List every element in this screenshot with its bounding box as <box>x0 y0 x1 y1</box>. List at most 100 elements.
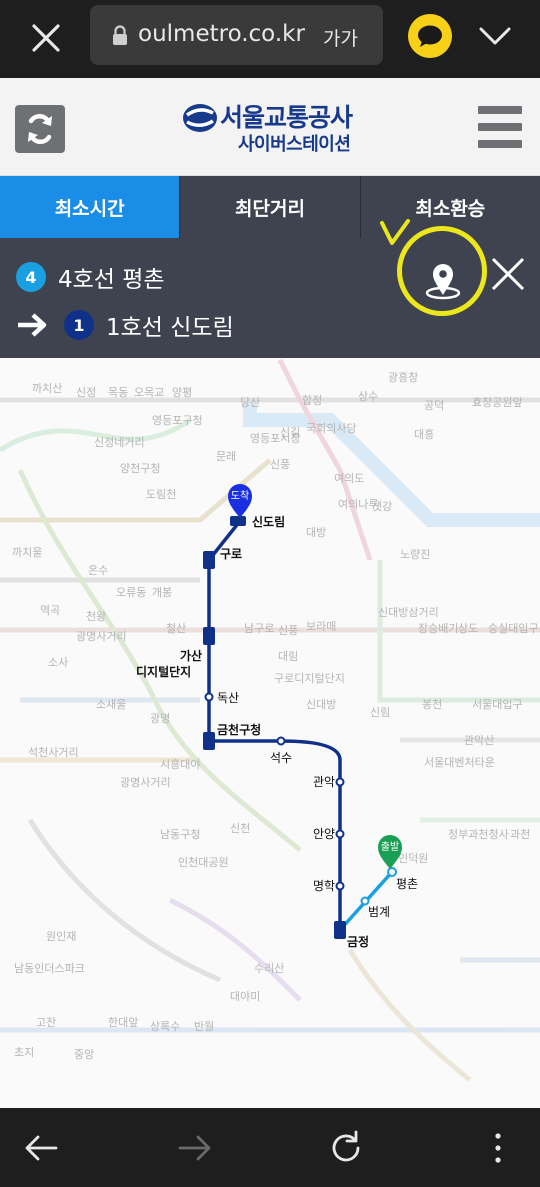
address-bar[interactable]: oulmetro.co.kr 가가 <box>90 5 383 65</box>
svg-text:평촌: 평촌 <box>396 877 418 891</box>
han-river-shape <box>243 400 540 527</box>
station-marker-seoksu[interactable] <box>276 736 286 746</box>
url-text: oulmetro.co.kr <box>138 21 305 47</box>
svg-text:남동구청: 남동구청 <box>160 828 200 841</box>
svg-text:초지: 초지 <box>14 1046 34 1059</box>
svg-text:오류동: 오류동 <box>116 586 146 599</box>
refresh-icon <box>28 113 52 145</box>
svg-text:당산: 당산 <box>240 396 260 409</box>
svg-text:국회의사당: 국회의사당 <box>306 422 357 435</box>
logo-icon <box>183 104 217 132</box>
line-4-badge: 4 <box>16 262 46 292</box>
svg-text:인덕원: 인덕원 <box>398 852 428 865</box>
transfer-marker-geumjeong[interactable] <box>334 921 346 939</box>
svg-text:고잔: 고잔 <box>36 1016 56 1029</box>
svg-text:목동: 목동 <box>108 386 128 399</box>
svg-text:샛강: 샛강 <box>372 500 392 513</box>
annotation-circle <box>397 226 487 316</box>
tab-fastest[interactable]: 최소시간 <box>0 176 180 238</box>
svg-text:숭실대입구: 숭실대입구 <box>488 622 539 635</box>
site-logo[interactable]: 서울교통공사 사이버스테이션 <box>180 98 380 155</box>
subway-map[interactable]: 까치산 신정 목동 오목교 양평 영등포구청 당산 합정 상수 광흥창 공덕 효… <box>0 358 540 1108</box>
svg-text:소새울: 소새울 <box>96 698 126 711</box>
svg-text:광명: 광명 <box>150 712 170 725</box>
refresh-button[interactable] <box>15 105 65 153</box>
svg-text:봉천: 봉천 <box>422 697 442 711</box>
departure-marker-label: 출발 <box>381 841 399 853</box>
transfer-marker-sindorim[interactable] <box>230 516 246 526</box>
svg-text:과천: 과천 <box>510 827 530 841</box>
forward-arrow-icon <box>178 1135 211 1161</box>
svg-text:금정: 금정 <box>347 934 369 949</box>
svg-text:보라매: 보라매 <box>306 620 336 633</box>
menu-button[interactable] <box>478 106 522 148</box>
browser-bottom-nav <box>0 1108 540 1187</box>
station-marker-doksan[interactable] <box>204 692 214 702</box>
chevron-down-icon[interactable] <box>478 24 512 48</box>
station-marker-gwanak[interactable] <box>335 777 345 787</box>
svg-text:범계: 범계 <box>368 905 390 919</box>
svg-text:천왕: 천왕 <box>86 609 106 623</box>
svg-text:까치산: 까치산 <box>32 382 62 395</box>
svg-text:관악: 관악 <box>313 775 335 789</box>
station-marker-myeonghak[interactable] <box>335 881 345 891</box>
svg-text:디지털단지: 디지털단지 <box>136 664 191 679</box>
svg-text:신정네거리: 신정네거리 <box>94 436 145 449</box>
station-marker-anyang[interactable] <box>335 829 345 839</box>
svg-text:원인재: 원인재 <box>46 930 76 943</box>
svg-text:대야미: 대야미 <box>230 990 260 1003</box>
svg-text:가산: 가산 <box>180 648 202 663</box>
svg-text:안양: 안양 <box>313 827 335 841</box>
svg-text:문래: 문래 <box>216 450 236 463</box>
station-marker-beomgye[interactable] <box>360 896 370 906</box>
svg-text:대흥: 대흥 <box>414 427 434 441</box>
svg-text:양평: 양평 <box>172 386 192 399</box>
svg-text:까치울: 까치울 <box>12 546 42 559</box>
svg-text:상수: 상수 <box>358 390 378 403</box>
svg-text:인천대공원: 인천대공원 <box>178 855 229 869</box>
back-arrow-icon[interactable] <box>22 1128 62 1168</box>
talk-button[interactable] <box>408 14 452 58</box>
svg-text:신천: 신천 <box>230 821 250 835</box>
transfer-marker-guro[interactable] <box>203 551 215 569</box>
svg-text:양천구청: 양천구청 <box>120 461 160 475</box>
svg-text:한대앞: 한대앞 <box>108 1016 138 1029</box>
arrival-marker-label: 도착 <box>231 490 249 502</box>
svg-text:남동인더스파크: 남동인더스파크 <box>14 962 85 975</box>
chat-bubble-icon <box>418 25 442 47</box>
station-marker-pyeongchon[interactable] <box>387 867 397 877</box>
svg-text:석천사거리: 석천사거리 <box>28 745 79 759</box>
transfer-marker-gasan[interactable] <box>203 627 215 645</box>
transfer-marker-geumcheon[interactable] <box>203 732 215 750</box>
svg-text:광흥창: 광흥창 <box>388 370 418 384</box>
arrival-marker[interactable]: 도착 <box>228 484 252 518</box>
svg-text:여의도: 여의도 <box>334 472 364 485</box>
reload-icon[interactable] <box>326 1128 366 1168</box>
logo-title: 서울교통공사 <box>220 103 353 132</box>
svg-text:역곡: 역곡 <box>40 604 60 617</box>
close-icon[interactable] <box>490 256 526 292</box>
browser-toolbar: oulmetro.co.kr 가가 <box>0 0 540 78</box>
svg-text:공덕: 공덕 <box>424 399 444 412</box>
svg-text:반월: 반월 <box>194 1020 214 1033</box>
svg-text:독산: 독산 <box>217 691 239 705</box>
svg-text:석수: 석수 <box>270 751 292 765</box>
origin-row: 4 4호선 평촌 <box>16 260 165 294</box>
svg-text:광명사거리: 광명사거리 <box>120 776 171 789</box>
svg-text:신풍: 신풍 <box>270 458 290 471</box>
background-station-labels: 까치산 신정 목동 오목교 양평 영등포구청 당산 합정 상수 광흥창 공덕 효… <box>12 370 539 1061</box>
arrow-right-icon <box>18 313 47 337</box>
more-options-icon[interactable] <box>478 1128 518 1168</box>
close-icon[interactable] <box>26 18 66 58</box>
svg-text:시흥대야: 시흥대야 <box>160 757 200 771</box>
svg-text:남구로: 남구로 <box>244 622 274 635</box>
map-canvas: 까치산 신정 목동 오목교 양평 영등포구청 당산 합정 상수 광흥창 공덕 효… <box>0 358 540 1082</box>
svg-text:개봉: 개봉 <box>152 586 172 599</box>
text-size-button[interactable]: 가가 <box>323 24 358 51</box>
tab-shortest[interactable]: 최단거리 <box>179 176 359 238</box>
svg-text:소사: 소사 <box>48 656 68 669</box>
svg-text:구로: 구로 <box>220 547 242 561</box>
logo-subtitle: 사이버스테이션 <box>238 134 351 155</box>
svg-text:효창공원앞: 효창공원앞 <box>472 396 523 409</box>
svg-text:신대방삼거리: 신대방삼거리 <box>378 606 439 619</box>
